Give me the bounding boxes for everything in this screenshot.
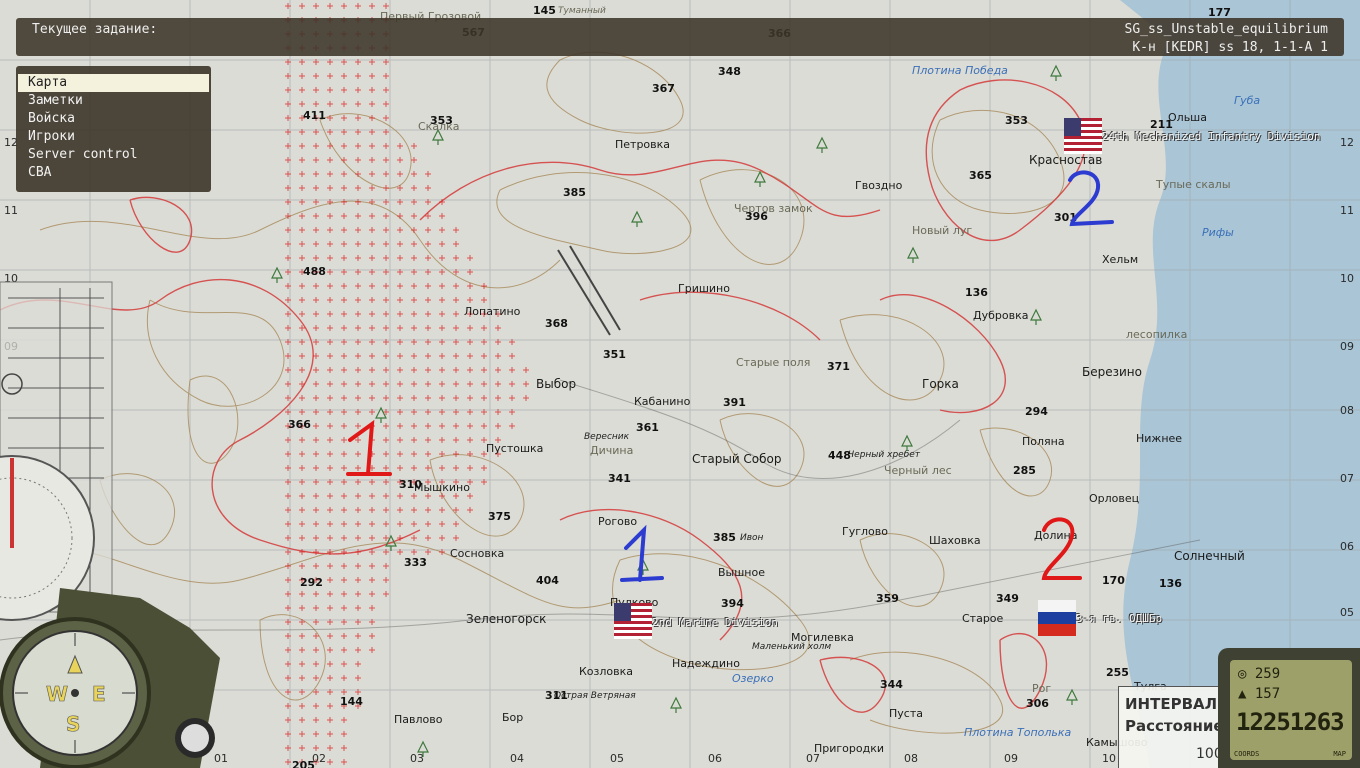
- svg-text:S: S: [66, 712, 80, 736]
- unit-label-ru[interactable]: 3-я гв. ОДШБр: [1076, 612, 1162, 625]
- us-flag-icon[interactable]: [1064, 118, 1102, 154]
- gps-screen: ◎ 259 ▲ 157 12251263 COORDS MAP: [1230, 660, 1352, 760]
- svg-text:W: W: [46, 682, 68, 706]
- mountain-icon: ▲: [1238, 686, 1247, 702]
- blue-one-stroke: [620, 524, 664, 582]
- menu-item-map[interactable]: Карта: [18, 74, 209, 92]
- gps-heading: 259: [1254, 666, 1281, 682]
- gps-tabs: COORDS MAP: [1234, 750, 1346, 758]
- red-one-stroke: [346, 419, 392, 476]
- gps-heading-row: ◎ 259: [1238, 666, 1280, 682]
- red-two-stroke: [1041, 517, 1082, 580]
- us-flag-icon[interactable]: [614, 603, 652, 639]
- distance-label: Расстояние: [1125, 717, 1224, 735]
- gps-tab-map[interactable]: MAP: [1333, 750, 1346, 758]
- gps-altitude: 157: [1254, 686, 1281, 702]
- unit-label-us-south[interactable]: 2nd Marine Division: [652, 616, 778, 629]
- mission-info: SG_ss_Unstable_equilibrium К-н [KEDR] ss…: [1125, 21, 1329, 57]
- menu-item-notes[interactable]: Заметки: [18, 92, 209, 110]
- unit-label-us-north[interactable]: 24th Mechanized Infantry Division: [1102, 130, 1321, 143]
- gps-tab-coords[interactable]: COORDS: [1234, 750, 1259, 758]
- russian-flag-icon[interactable]: [1038, 600, 1076, 636]
- menu-item-server-control[interactable]: Server control: [18, 146, 209, 164]
- menu-item-units[interactable]: Войска: [18, 110, 209, 128]
- gps-coords: 12251263: [1236, 708, 1345, 736]
- mission-name: SG_ss_Unstable_equilibrium: [1124, 22, 1329, 37]
- interval-label: ИНТЕРВАЛ: [1125, 695, 1218, 713]
- map-tools: W E S: [0, 281, 220, 768]
- map-menu: Карта Заметки Войска Игроки Server contr…: [16, 66, 211, 192]
- menu-item-cba[interactable]: CBA: [18, 164, 209, 182]
- player-info: К-н [KEDR] ss 18, 1-1-A 1: [1132, 40, 1328, 55]
- current-task-label: Текущее задание:: [32, 22, 158, 37]
- menu-item-players[interactable]: Игроки: [18, 128, 209, 146]
- task-bar: Текущее задание: SG_ss_Unstable_equilibr…: [16, 18, 1344, 56]
- gps-altitude-row: ▲ 157: [1238, 686, 1280, 702]
- blue-two-stroke: [1068, 170, 1114, 227]
- gps-device[interactable]: ◎ 259 ▲ 157 12251263 COORDS MAP: [1218, 648, 1360, 768]
- compass-heading-icon: ◎: [1238, 666, 1247, 682]
- svg-text:E: E: [92, 682, 106, 706]
